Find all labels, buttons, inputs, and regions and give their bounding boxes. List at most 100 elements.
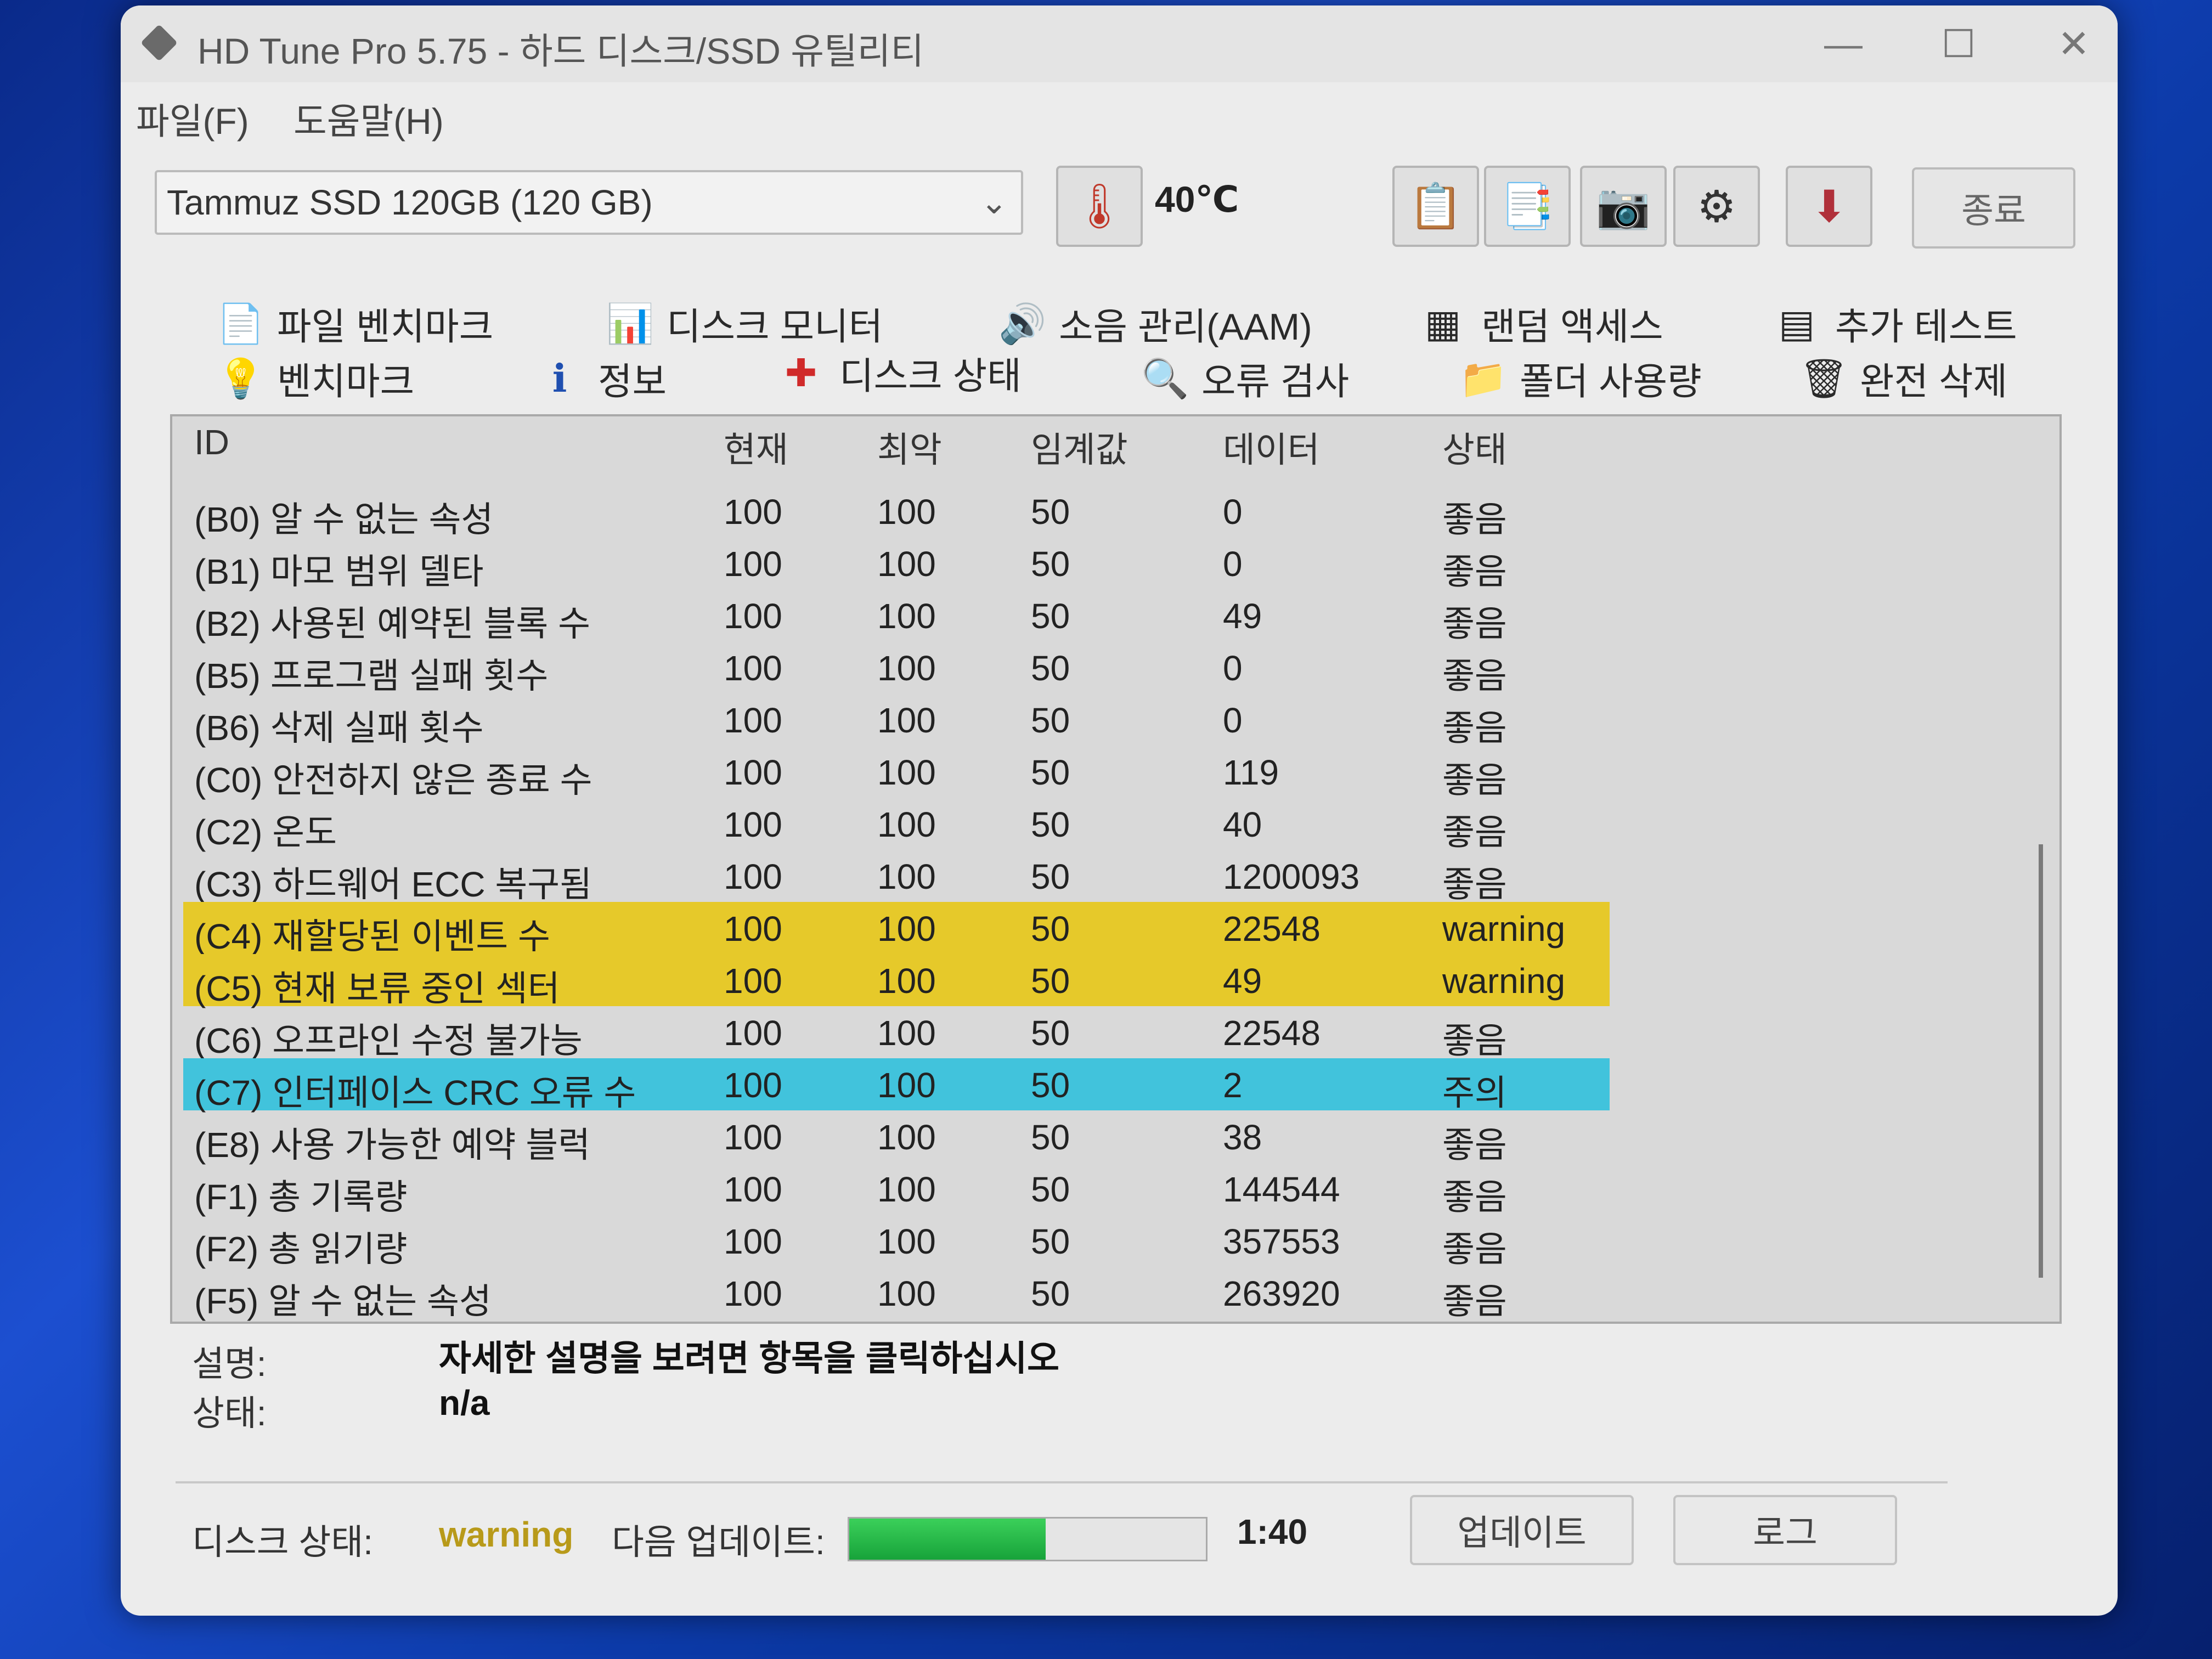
tab-erase[interactable]: 🗑 완전 삭제 [1799,351,2007,405]
table-row[interactable]: (B1) 마모 범위 델타 100 100 50 0 좋음 [183,537,1610,591]
smart-panel: ID 현재 최악 임계값 데이터 상태 (B0) 알 수 없는 속성 100 100… [170,414,2062,1324]
cell-id: (B0) 알 수 없는 속성 [194,500,494,539]
next-update-label: 다음 업데이트: [612,1522,825,1562]
log-button[interactable]: 로그 [1673,1495,1897,1565]
menu-help[interactable]: 도움말(H) [294,92,444,145]
cell-data: 263920 [1223,1274,1340,1313]
tab-info[interactable]: ℹ 정보 [538,351,667,405]
copy-info-button[interactable]: 📋 [1392,166,1479,247]
table-row[interactable]: (B6) 삭제 실패 횟수 100 100 50 0 좋음 [183,693,1610,748]
close-button[interactable]: ✕ [2052,25,2096,63]
save-button[interactable]: ⬇ [1786,166,1872,247]
app-icon [140,24,178,61]
cell-data: 0 [1223,544,1243,584]
cell-threshold: 50 [1031,1274,1070,1313]
cell-current: 100 [724,1170,782,1209]
table-row[interactable]: (B2) 사용된 예약된 블록 수 100 100 50 49 좋음 [183,589,1610,644]
cell-worst: 100 [877,961,936,1001]
tab-aam[interactable]: 🔊 소음 관리(AAM) [998,296,1312,351]
window-title: HD Tune Pro 5.75 - 하드 디스크/SSD 유틸리티 [198,31,924,71]
col-header-data[interactable]: 데이터 [1223,422,1320,477]
drive-select[interactable]: Tammuz SSD 120GB (120 GB) ⌄ [155,170,1023,235]
disk-status-label: 디스크 상태: [192,1522,373,1562]
table-row[interactable]: (F2) 총 읽기량 100 100 50 357553 좋음 [183,1215,1610,1269]
tab-bar: 📄 파일 벤치마크 📊 디스크 모니터 🔊 소음 관리(AAM) ▦ 랜덤 액세… [121,285,2118,417]
state-label: 상태: [192,1393,267,1433]
tab-label: 오류 검사 [1201,361,1350,403]
cell-id: (C5) 현재 보류 중인 섹터 [194,969,560,1008]
maximize-button[interactable]: ☐ [1937,25,1980,63]
trash-icon: 🗑 [1799,357,1848,400]
table-row[interactable]: (B5) 프로그램 실패 횟수 100 100 50 0 좋음 [183,641,1610,696]
cell-worst: 100 [877,596,936,636]
cell-worst: 100 [877,1274,936,1313]
scrollbar[interactable] [2039,844,2043,1278]
cell-id: (C2) 온도 [194,812,337,852]
cell-current: 100 [724,753,782,792]
cell-status: 좋음 [1442,604,1507,644]
menu-file[interactable]: 파일(F) [136,92,249,145]
table-row[interactable]: (C2) 온도 100 100 50 40 좋음 [183,798,1610,852]
cell-id: (C4) 재할당된 이벤트 수 [194,917,550,956]
cell-threshold: 50 [1031,805,1070,844]
cell-worst: 100 [877,648,936,688]
tab-file-benchmark[interactable]: 📄 파일 벤치마크 [217,296,493,351]
thermometer-icon: 🌡 [1071,182,1127,230]
col-header-worst[interactable]: 최악 [877,422,942,477]
cell-status: 좋음 [1442,708,1507,748]
temperature-readout: 40℃ [1155,179,1239,219]
table-row[interactable]: (C3) 하드웨어 ECC 복구됨 100 100 50 1200093 좋음 [183,850,1610,904]
cell-current: 100 [724,492,782,532]
col-header-threshold[interactable]: 임계값 [1031,422,1128,477]
drive-select-value: Tammuz SSD 120GB (120 GB) [167,183,653,222]
update-button[interactable]: 업데이트 [1410,1495,1634,1565]
cell-worst: 100 [877,753,936,792]
lightbulb-icon: 💡 [217,357,265,400]
cell-status: 좋음 [1442,1229,1507,1269]
tab-health[interactable]: ✚ 디스크 상태 [779,346,1022,400]
cell-data: 357553 [1223,1222,1340,1261]
cell-data: 119 [1223,753,1279,792]
tab-label: 디스크 모니터 [667,306,883,348]
table-row[interactable]: (C7) 인터페이스 CRC 오류 수 100 100 50 2 주의 [183,1058,1610,1113]
options-button[interactable]: ⚙ [1673,166,1760,247]
table-row[interactable]: (F5) 알 수 없는 속성 100 100 50 263920 좋음 [183,1267,1610,1321]
cell-data: 1200093 [1223,857,1360,896]
state-value: n/a [439,1383,490,1423]
table-row[interactable]: (B0) 알 수 없는 속성 100 100 50 0 좋음 [183,485,1610,539]
col-header-status[interactable]: 상태 [1442,422,1507,477]
table-row[interactable]: (C6) 오프라인 수정 불가능 100 100 50 22548 좋음 [183,1006,1610,1060]
cell-id: (F5) 알 수 없는 속성 [194,1282,492,1321]
table-row[interactable]: (C5) 현재 보류 중인 섹터 100 100 50 49 warning [183,954,1610,1008]
cell-id: (F2) 총 읽기량 [194,1229,408,1269]
arrow-down-icon: ⬇ [1810,182,1848,231]
col-header-current[interactable]: 현재 [724,422,788,477]
description-label: 설명: [192,1344,267,1384]
tab-error-scan[interactable]: 🔍 오류 검사 [1141,351,1349,405]
col-header-id[interactable]: ID [194,422,229,477]
table-row[interactable]: (C0) 안전하지 않은 종료 수 100 100 50 119 좋음 [183,746,1610,800]
cell-threshold: 50 [1031,1170,1070,1209]
cell-threshold: 50 [1031,544,1070,584]
cell-current: 100 [724,596,782,636]
tab-label: 디스크 상태 [839,356,1022,397]
table-row[interactable]: (F1) 총 기록량 100 100 50 144544 좋음 [183,1163,1610,1217]
cell-threshold: 50 [1031,857,1070,896]
tab-benchmark[interactable]: 💡 벤치마크 [217,351,414,405]
tab-folder-usage[interactable]: 📁 폴더 사용량 [1459,351,1702,405]
screenshot-button[interactable]: 📷 [1580,166,1667,247]
temperature-button[interactable]: 🌡 [1056,166,1143,247]
cell-id: (C6) 오프라인 수정 불가능 [194,1021,583,1060]
copy-all-button[interactable]: 📑 [1484,166,1571,247]
divider [176,1481,1948,1483]
tab-random-access[interactable]: ▦ 랜덤 액세스 [1421,296,1663,351]
table-row[interactable]: (E8) 사용 가능한 예약 블럭 100 100 50 38 좋음 [183,1110,1610,1165]
tab-extra-tests[interactable]: ▤ 추가 테스트 [1775,296,2017,351]
exit-button[interactable]: 종료 [1912,167,2075,249]
minimize-button[interactable]: — [1821,25,1865,63]
tab-disk-monitor[interactable]: 📊 디스크 모니터 [606,296,883,351]
table-row[interactable]: (C4) 재할당된 이벤트 수 100 100 50 22548 warning [183,902,1610,956]
cell-threshold: 50 [1031,909,1070,949]
cell-id: (C3) 하드웨어 ECC 복구됨 [194,865,592,904]
app-window: HD Tune Pro 5.75 - 하드 디스크/SSD 유틸리티 — ☐ ✕… [121,5,2118,1616]
